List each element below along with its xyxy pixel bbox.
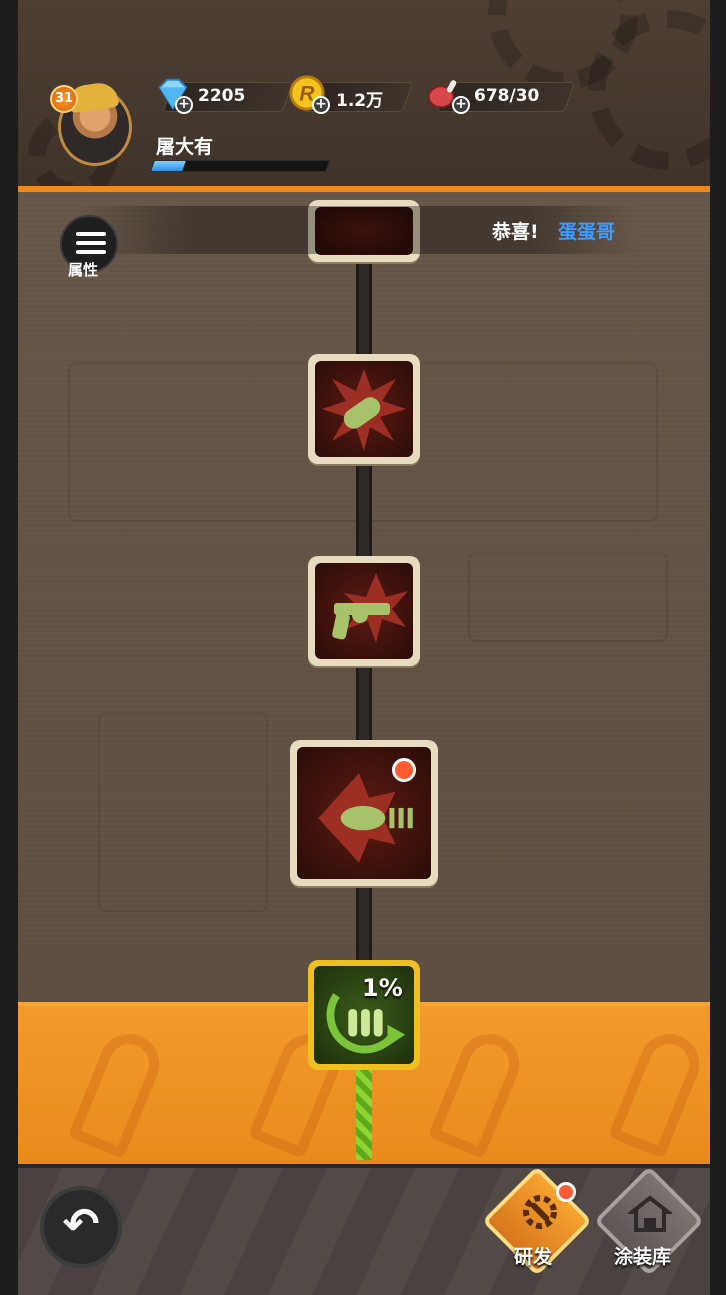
bullet-decoration (67, 1025, 169, 1159)
bullet-impact-icon (322, 369, 406, 451)
tree-connector (356, 460, 372, 560)
skill-node-revolver[interactable] (308, 556, 420, 666)
xp-fill (151, 161, 187, 171)
skill-node-bullet-tail[interactable] (290, 740, 438, 886)
notification-dot (392, 758, 416, 782)
player-name: 屠大有 (156, 136, 214, 158)
list-icon (76, 232, 106, 254)
skill-node-bullet-impact[interactable] (308, 354, 420, 464)
coin-count: 1.2万 (336, 91, 384, 111)
xp-bar (149, 160, 331, 172)
coin-add-button[interactable]: + (312, 96, 330, 114)
skill-node-art (315, 563, 413, 659)
announcement-prefix: 恭喜! (492, 221, 539, 243)
gem-count: 2205 (198, 86, 246, 106)
research-progress: 1% (362, 974, 403, 1002)
stamina-count: 678/30 (474, 86, 540, 106)
wrench-gear-icon (523, 1195, 557, 1229)
garage-icon (628, 1195, 672, 1232)
revolver-icon (332, 573, 408, 643)
announcement-player[interactable]: 蛋蛋哥 (558, 217, 615, 244)
skill-node-art (315, 361, 413, 457)
research-label: 研发 (514, 1246, 553, 1268)
attributes-label: 属性 (68, 261, 99, 279)
tree-connector-active (356, 1068, 372, 1160)
bullet-decoration (427, 1025, 529, 1159)
gem-add-button[interactable]: + (175, 96, 193, 114)
board-decoration (468, 552, 668, 642)
tree-connector (356, 882, 372, 964)
stamina-add-button[interactable]: + (452, 96, 470, 114)
announcement-bar (78, 206, 638, 254)
bullet-decoration (607, 1025, 709, 1159)
game-screen: 31 + 2205 R + 1.2万 + 678/30 屠大有 恭喜! 蛋蛋哥 (18, 0, 710, 1295)
back-button[interactable]: ↶ (40, 1186, 122, 1268)
tree-connector (356, 250, 372, 360)
research-notification-dot (556, 1182, 576, 1202)
tree-connector (356, 664, 372, 746)
player-level-badge: 31 (50, 85, 78, 113)
board-decoration (98, 712, 268, 912)
paint-shop-label: 涂装库 (614, 1246, 672, 1268)
